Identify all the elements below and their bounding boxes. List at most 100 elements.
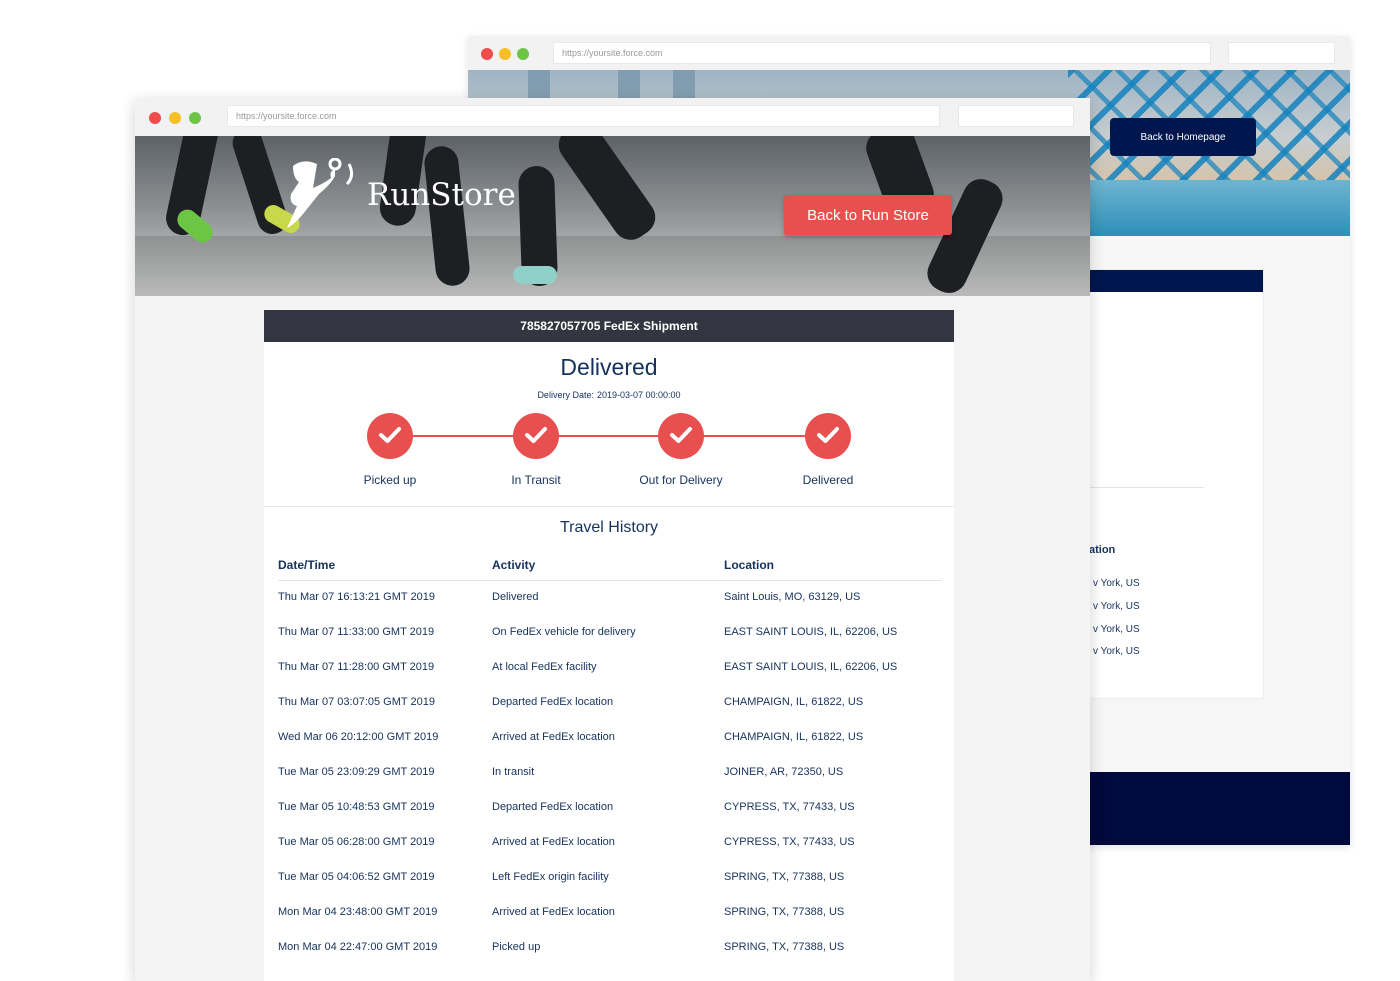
search-bar[interactable] — [958, 105, 1074, 127]
location-cell: SPRING, TX, 77388, US — [724, 941, 845, 953]
step-in-transit: In Transit — [456, 410, 616, 487]
close-window-dot[interactable] — [481, 48, 493, 60]
table-row: Thu Mar 07 11:28:00 GMT 2019 At local Fed… — [278, 651, 942, 686]
location-cell: CYPRESS, TX, 77433, US — [724, 836, 855, 848]
location-cell: v York, US — [1093, 601, 1140, 612]
table-row: Tue Mar 05 23:09:29 GMT 2019 In transit JO… — [278, 756, 942, 791]
step-label: In Transit — [511, 473, 561, 487]
datetime-cell: Mon Mar 04 22:47:00 GMT 2019 — [278, 941, 438, 953]
location-cell: EAST SAINT LOUIS, IL, 62206, US — [724, 661, 898, 673]
datetime-cell: Tue Mar 05 06:28:00 GMT 2019 — [278, 836, 435, 848]
activity-cell: Left FedEx origin facility — [492, 871, 609, 883]
tower-shape — [673, 70, 695, 100]
maximize-window-dot[interactable] — [517, 48, 529, 60]
location-cell: JOINER, AR, 72350, US — [724, 766, 844, 778]
location-cell: v York, US — [1093, 624, 1140, 635]
back-to-homepage-button[interactable]: Back to Homepage — [1110, 118, 1256, 156]
table-row: Mon Mar 04 22:47:00 GMT 2019 Picked up SPR… — [278, 931, 942, 966]
delivery-date: Delivery Date: 2019-03-07 00:00:00 — [264, 390, 954, 400]
location-cell: CYPRESS, TX, 77433, US — [724, 801, 855, 813]
activity-cell: Arrived at FedEx location — [492, 906, 615, 918]
datetime-cell: Tue Mar 05 10:48:53 GMT 2019 — [278, 801, 435, 813]
location-cell: SPRING, TX, 77388, US — [724, 906, 845, 918]
logo-text: RunStore — [367, 177, 516, 213]
shipment-card: 785827057705 FedEx Shipment Delivered De… — [264, 310, 954, 981]
column-header-location: Location — [724, 558, 774, 572]
address-bar[interactable]: https://yoursite.force.com — [227, 105, 940, 127]
datetime-cell: Tue Mar 05 04:06:52 GMT 2019 — [278, 871, 435, 883]
water-area — [1068, 180, 1350, 236]
tower-shape — [528, 70, 550, 100]
location-cell: v York, US — [1093, 646, 1140, 657]
tower-shape — [618, 70, 640, 100]
datetime-cell: Wed Mar 06 20:12:00 GMT 2019 — [278, 731, 439, 743]
browser-chrome: https://yoursite.force.com — [135, 98, 1090, 136]
address-bar[interactable]: https://yoursite.force.com — [553, 42, 1211, 64]
table-row: Thu Mar 07 11:33:00 GMT 2019 On FedEx veh… — [278, 616, 942, 651]
activity-cell: Picked up — [492, 941, 541, 953]
location-column-header: ation — [1089, 544, 1116, 556]
tracking-progress: Picked up In Transit Out for Delivery De… — [264, 410, 954, 490]
activity-cell: At local FedEx facility — [492, 661, 597, 673]
table-row: Mon Mar 04 23:48:00 GMT 2019 Arrived at F… — [278, 896, 942, 931]
travel-history-table: Date/Time Activity Location Thu Mar 07 1… — [278, 555, 942, 966]
divider — [1089, 487, 1204, 488]
shoe-shape — [513, 266, 557, 284]
activity-cell: Arrived at FedEx location — [492, 731, 615, 743]
activity-cell: Departed FedEx location — [492, 801, 614, 813]
search-bar[interactable] — [1228, 42, 1335, 64]
check-icon — [513, 413, 559, 459]
table-row: Tue Mar 05 06:28:00 GMT 2019 Arrived at F… — [278, 826, 942, 861]
location-cell: v York, US — [1093, 578, 1140, 589]
datetime-cell: Tue Mar 05 23:09:29 GMT 2019 — [278, 766, 435, 778]
minimize-window-dot[interactable] — [499, 48, 511, 60]
browser-chrome: https://yoursite.force.com — [468, 36, 1350, 70]
location-cell: EAST SAINT LOUIS, IL, 62206, US — [724, 626, 898, 638]
back-to-run-store-button[interactable]: Back to Run Store — [784, 195, 952, 235]
location-cell: Saint Louis, MO, 63129, US — [724, 591, 861, 603]
maximize-window-dot[interactable] — [189, 112, 201, 124]
datetime-cell: Mon Mar 04 23:48:00 GMT 2019 — [278, 906, 438, 918]
back-card-header — [1089, 270, 1263, 292]
column-header-datetime: Date/Time — [278, 558, 336, 572]
delivery-date-value: 2019-03-07 00:00:00 — [596, 390, 681, 400]
travel-history-title: Travel History — [559, 519, 659, 536]
column-header-activity: Activity — [492, 558, 536, 572]
front-browser-window: https://yoursite.force.com RunStore Back… — [135, 98, 1090, 981]
table-row: Tue Mar 05 04:06:52 GMT 2019 Left FedEx o… — [278, 861, 942, 896]
step-label: Picked up — [363, 473, 417, 487]
location-cell: CHAMPAIGN, IL, 61822, US — [724, 731, 864, 743]
datetime-cell: Thu Mar 07 16:13:21 GMT 2019 — [278, 591, 435, 603]
table-row: Thu Mar 07 16:13:21 GMT 2019 Delivered Sai… — [278, 581, 942, 616]
step-picked-up: Picked up — [310, 410, 470, 487]
back-shipment-card: ation v York, US v York, US v York, US v… — [1088, 269, 1264, 699]
step-delivered: Delivered — [748, 410, 908, 487]
activity-cell: In transit — [492, 766, 535, 778]
datetime-cell: Thu Mar 07 03:07:05 GMT 2019 — [278, 696, 435, 708]
page-content: 785827057705 FedEx Shipment Delivered De… — [135, 296, 1090, 981]
hero-image: RunStore Back to Run Store — [135, 136, 1090, 296]
location-cell: SPRING, TX, 77388, US — [724, 871, 845, 883]
datetime-cell: Thu Mar 07 11:28:00 GMT 2019 — [278, 661, 435, 673]
minimize-window-dot[interactable] — [169, 112, 181, 124]
table-header: Date/Time Activity Location — [278, 555, 942, 581]
delivery-date-label: Delivery Date: — [537, 390, 594, 400]
step-label: Out for Delivery — [639, 473, 723, 487]
datetime-cell: Thu Mar 07 11:33:00 GMT 2019 — [278, 626, 435, 638]
step-out-for-delivery: Out for Delivery — [601, 410, 761, 487]
activity-cell: Departed FedEx location — [492, 696, 614, 708]
delivery-status: Delivered — [560, 354, 658, 380]
step-label: Delivered — [802, 473, 854, 487]
runner-leg-shape — [551, 136, 663, 247]
close-window-dot[interactable] — [149, 112, 161, 124]
table-row: Wed Mar 06 20:12:00 GMT 2019 Arrived at F… — [278, 721, 942, 756]
check-icon — [658, 413, 704, 459]
location-cell: CHAMPAIGN, IL, 61822, US — [724, 696, 864, 708]
divider — [264, 506, 954, 507]
check-icon — [805, 413, 851, 459]
table-body: Thu Mar 07 16:13:21 GMT 2019 Delivered Sai… — [278, 581, 942, 966]
shipment-header: 785827057705 FedEx Shipment — [264, 310, 954, 342]
activity-cell: Arrived at FedEx location — [492, 836, 615, 848]
activity-cell: On FedEx vehicle for delivery — [492, 626, 636, 638]
table-row: Tue Mar 05 10:48:53 GMT 2019 Departed Fed… — [278, 791, 942, 826]
